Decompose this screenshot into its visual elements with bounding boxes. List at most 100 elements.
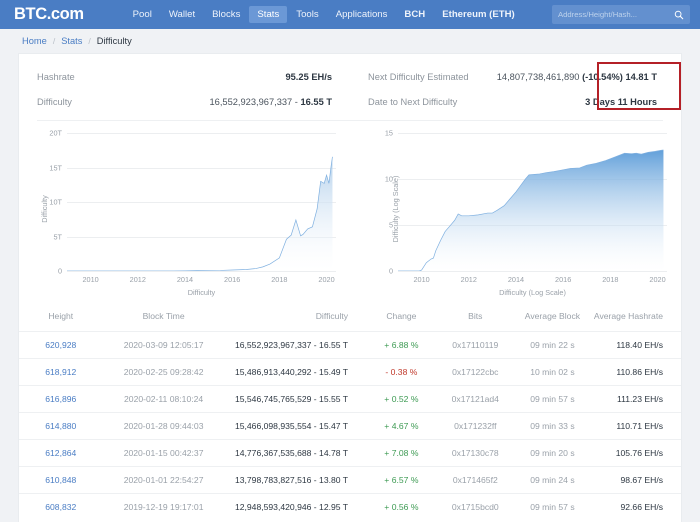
chart-0-ylabel: Difficulty: [40, 195, 49, 222]
summary-value-raw: 16,552,923,967,337 -: [209, 97, 300, 107]
cell-average-block: 09 min 57 s: [514, 494, 591, 521]
cell-height[interactable]: 614,880: [19, 413, 103, 440]
summary-value-short: (-10.54%) 14.81 T: [582, 72, 657, 82]
summary-column-left: Hashrate95.25 EH/sDifficulty16,552,923,9…: [19, 64, 350, 114]
table-row[interactable]: 616,8962020-02-11 08:10:2415,546,745,765…: [19, 386, 681, 413]
cell-change: + 6.57 %: [366, 467, 437, 494]
nav-item-pool[interactable]: Pool: [125, 6, 160, 24]
difficulty-chart-log: Difficulty (Log Scale) 05101520102012201…: [350, 125, 681, 293]
chart-x-tick: 2018: [602, 275, 618, 284]
chart-x-tick: 2012: [461, 275, 477, 284]
nav-item-applications[interactable]: Applications: [328, 6, 396, 24]
table-column-header: Change: [366, 305, 437, 332]
difficulty-history-table-wrap: HeightBlock TimeDifficultyChangeBits Aver…: [19, 293, 681, 520]
summary-section: Hashrate95.25 EH/sDifficulty16,552,923,9…: [19, 54, 681, 120]
chart-area-series: [398, 133, 667, 271]
table-row[interactable]: 614,8802020-01-28 09:44:0315,466,098,935…: [19, 413, 681, 440]
breadcrumb-stats[interactable]: Stats: [61, 36, 82, 46]
table-header-row: HeightBlock TimeDifficultyChangeBits Aver…: [19, 305, 681, 332]
chart-gridline: [398, 271, 667, 272]
cell-bits: 0x171232ff: [437, 413, 514, 440]
cell-average-hashrate: 92.66 EH/s: [591, 494, 681, 521]
search-box[interactable]: [552, 5, 690, 24]
nav-item-blocks[interactable]: Blocks: [204, 6, 248, 24]
chart-1-xlabel: Difficulty (Log Scale): [398, 288, 667, 297]
summary-value-short: 95.25 EH/s: [285, 72, 332, 82]
nav-item-bch[interactable]: BCH: [396, 6, 433, 24]
breadcrumb-separator-1: /: [53, 36, 55, 46]
cell-height[interactable]: 618,912: [19, 359, 103, 386]
table-column-header: Block Time: [103, 305, 225, 332]
summary-value: 16,552,923,967,337 - 16.55 T: [209, 97, 332, 107]
cell-difficulty: 13,798,783,827,516 - 13.80 T: [225, 467, 366, 494]
cell-height[interactable]: 608,832: [19, 494, 103, 521]
breadcrumb-home[interactable]: Home: [22, 36, 47, 46]
nav-item-tools[interactable]: Tools: [288, 6, 326, 24]
table-body: 620,9282020-03-09 12:05:1716,552,923,967…: [19, 332, 681, 521]
table-head: HeightBlock TimeDifficultyChangeBits Aver…: [19, 305, 681, 332]
chart-y-tick: 10: [385, 175, 393, 184]
chart-y-tick: 20T: [49, 129, 62, 138]
cell-height[interactable]: 612,864: [19, 440, 103, 467]
cell-average-block: 09 min 24 s: [514, 467, 591, 494]
main-navigation: PoolWalletBlocksStatsToolsApplicationsBC…: [125, 6, 523, 24]
summary-row: Date to Next Difficulty3 Days 11 Hours: [368, 89, 663, 114]
search-icon[interactable]: [674, 10, 684, 20]
cell-block-time: 2020-01-01 22:54:27: [103, 467, 225, 494]
table-row[interactable]: 610,8482020-01-01 22:54:2713,798,783,827…: [19, 467, 681, 494]
cell-block-time: 2020-03-09 12:05:17: [103, 332, 225, 359]
charts-section: Difficulty 05T10T15T20T20102012201420162…: [19, 121, 681, 293]
nav-item-wallet[interactable]: Wallet: [161, 6, 203, 24]
cell-difficulty: 15,546,745,765,529 - 15.55 T: [225, 386, 366, 413]
table-row[interactable]: 612,8642020-01-15 00:42:3714,776,367,535…: [19, 440, 681, 467]
chart-x-tick: 2016: [555, 275, 571, 284]
table-row[interactable]: 618,9122020-02-25 09:28:4215,486,913,440…: [19, 359, 681, 386]
table-column-header: Difficulty: [225, 305, 366, 332]
cell-bits: 0x17130c78: [437, 440, 514, 467]
search-input[interactable]: [558, 10, 674, 19]
cell-average-block: 09 min 22 s: [514, 332, 591, 359]
table-column-header: Average Hashrate: [591, 305, 681, 332]
cell-height[interactable]: 616,896: [19, 386, 103, 413]
cell-block-time: 2020-01-28 09:44:03: [103, 413, 225, 440]
cell-difficulty: 12,948,593,420,946 - 12.95 T: [225, 494, 366, 521]
chart-y-tick: 15: [385, 129, 393, 138]
brand-logo[interactable]: BTC.com: [14, 5, 84, 24]
chart-area-fill: [398, 150, 663, 271]
summary-label: Next Difficulty Estimated: [368, 72, 469, 82]
cell-average-block: 09 min 20 s: [514, 440, 591, 467]
cell-bits: 0x17110119: [437, 332, 514, 359]
chart-1-plot[interactable]: 051015201020122014201620182020: [398, 133, 667, 271]
summary-column-right: Next Difficulty Estimated14,807,738,461,…: [350, 64, 681, 114]
summary-label: Hashrate: [37, 72, 75, 82]
table-row[interactable]: 608,8322019-12-19 19:17:0112,948,593,420…: [19, 494, 681, 521]
chart-0-plot[interactable]: 05T10T15T20T201020122014201620182020: [67, 133, 336, 271]
chart-area-fill: [67, 157, 332, 271]
table-row[interactable]: 620,9282020-03-09 12:05:1716,552,923,967…: [19, 332, 681, 359]
cell-height[interactable]: 620,928: [19, 332, 103, 359]
chart-x-tick: 2014: [508, 275, 524, 284]
cell-height[interactable]: 610,848: [19, 467, 103, 494]
summary-value: 3 Days 11 Hours: [585, 97, 663, 107]
cell-change: + 7.08 %: [366, 440, 437, 467]
cell-bits: 0x1715bcd0: [437, 494, 514, 521]
chart-x-tick: 2010: [82, 275, 98, 284]
breadcrumb-current: Difficulty: [97, 36, 132, 46]
cell-average-block: 09 min 33 s: [514, 413, 591, 440]
cell-change: - 0.38 %: [366, 359, 437, 386]
cell-average-hashrate: 98.67 EH/s: [591, 467, 681, 494]
chart-1-inner: Difficulty (Log Scale) 05101520102012201…: [360, 125, 671, 293]
table-column-header: Bits: [437, 305, 514, 332]
chart-x-tick: 2020: [649, 275, 665, 284]
cell-average-block: 10 min 02 s: [514, 359, 591, 386]
nav-item-stats[interactable]: Stats: [249, 6, 287, 24]
chart-y-tick: 0: [58, 267, 62, 276]
breadcrumb: Home / Stats / Difficulty: [0, 29, 700, 53]
nav-item-ethereum-eth[interactable]: Ethereum (ETH): [434, 6, 523, 24]
cell-block-time: 2020-02-25 09:28:42: [103, 359, 225, 386]
chart-0-inner: Difficulty 05T10T15T20T20102012201420162…: [29, 125, 340, 293]
difficulty-chart-linear: Difficulty 05T10T15T20T20102012201420162…: [19, 125, 350, 293]
table-column-header: Height: [19, 305, 103, 332]
cell-bits: 0x171465f2: [437, 467, 514, 494]
cell-change: + 0.56 %: [366, 494, 437, 521]
